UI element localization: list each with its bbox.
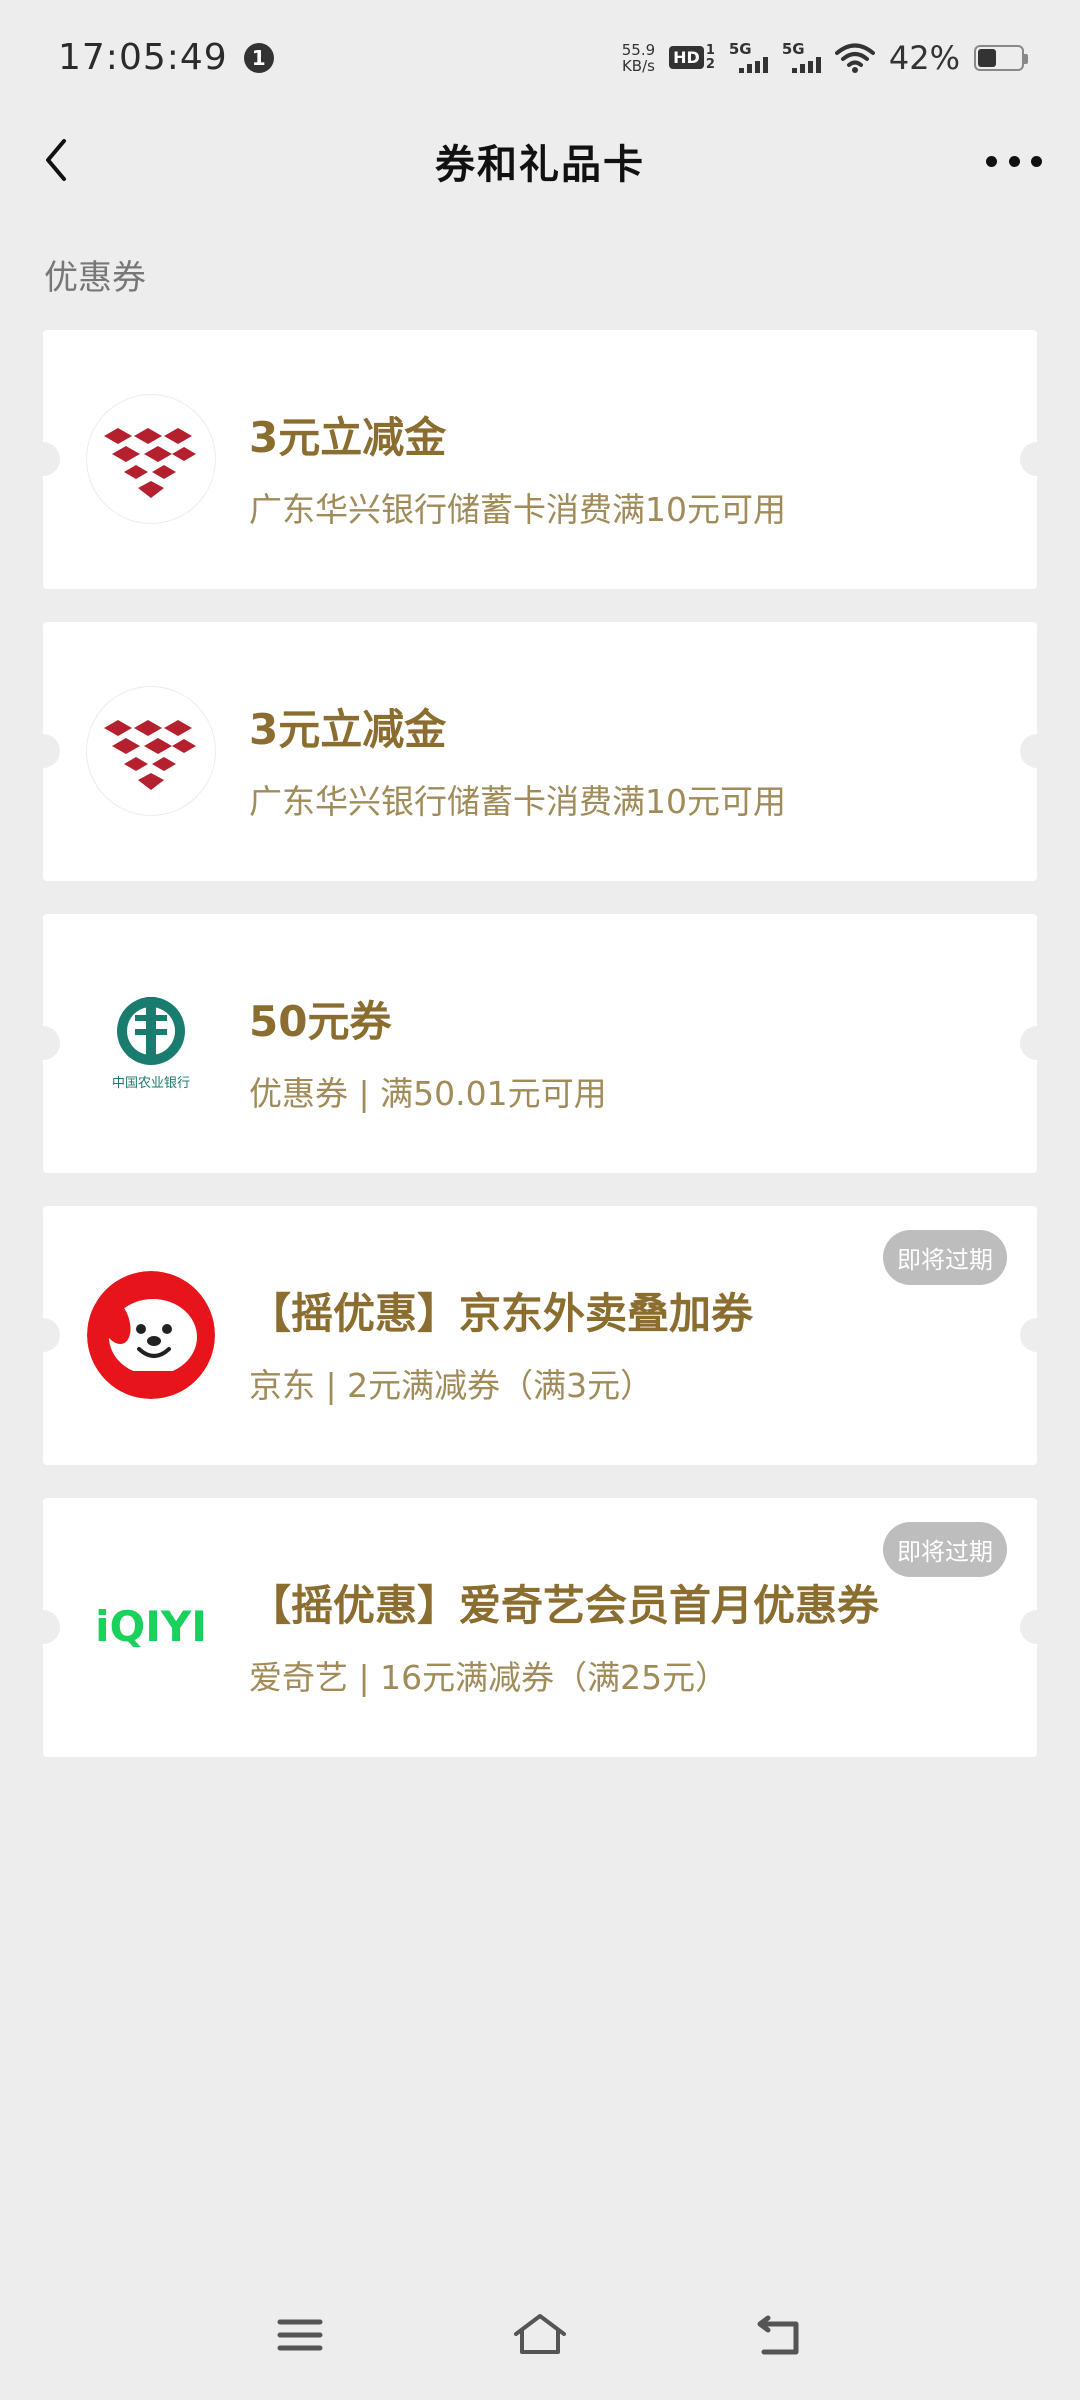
network-speed: 55.9 KB/s bbox=[622, 42, 655, 74]
iqiyi-icon: iQIYI bbox=[95, 1602, 207, 1651]
abc-bank-icon: 中国农业银行 bbox=[112, 997, 190, 1091]
coupon-text: 50元券 优惠券 | 满50.01元可用 bbox=[249, 988, 607, 1115]
hd-sim-indicator: 1 2 bbox=[705, 42, 715, 72]
coupon-title: 50元券 bbox=[249, 997, 392, 1046]
hd-label: HD bbox=[669, 46, 704, 69]
menu-icon[interactable] bbox=[270, 2310, 330, 2360]
iqiyi-logo-text: iQIYI bbox=[95, 1602, 207, 1651]
coupon-title: 3元立减金 bbox=[249, 413, 447, 462]
coupon-subtitle: 京东 | 2元满减券（满3元） bbox=[249, 1366, 654, 1405]
more-dots-icon[interactable] bbox=[986, 141, 1042, 181]
ghb-bank-logo bbox=[87, 687, 215, 815]
ghb-bank-logo bbox=[87, 395, 215, 523]
page-title: 券和礼品卡 bbox=[435, 142, 645, 188]
network-speed-unit: KB/s bbox=[621, 56, 655, 75]
clock: 17:05:49 bbox=[58, 37, 228, 78]
section-title: 优惠券 bbox=[44, 258, 146, 298]
signal-1-icon: 5G bbox=[729, 42, 768, 73]
hd-sim-bottom: 2 bbox=[705, 56, 715, 72]
status-right: 55.9 KB/s HD 1 2 5G 5G 42% bbox=[622, 38, 1028, 77]
signal-1-label: 5G bbox=[728, 40, 752, 58]
hd-voice-icon: HD 1 2 bbox=[669, 42, 715, 72]
coupon-text: 3元立减金 广东华兴银行储蓄卡消费满10元可用 bbox=[249, 696, 786, 823]
back-icon[interactable] bbox=[750, 2310, 810, 2360]
coupon-text: 【摇优惠】京东外卖叠加券 京东 | 2元满减券（满3元） bbox=[249, 1280, 753, 1407]
coupon-card[interactable]: 3元立减金 广东华兴银行储蓄卡消费满10元可用 bbox=[26, 622, 1054, 881]
coupon-title: 【摇优惠】爱奇艺会员首月优惠券 bbox=[249, 1581, 880, 1630]
jd-dog-icon bbox=[87, 1271, 215, 1399]
signal-2-icon: 5G bbox=[782, 42, 821, 73]
wifi-icon bbox=[834, 43, 875, 73]
coupon-card[interactable]: 3元立减金 广东华兴银行储蓄卡消费满10元可用 bbox=[26, 330, 1054, 589]
iqiyi-logo: iQIYI bbox=[87, 1563, 215, 1691]
header: 券和礼品卡 bbox=[0, 115, 1080, 207]
coupon-subtitle: 优惠券 | 满50.01元可用 bbox=[249, 1074, 607, 1113]
dot bbox=[1008, 155, 1020, 167]
coupon-card[interactable]: 中国农业银行 50元券 优惠券 | 满50.01元可用 bbox=[26, 914, 1054, 1173]
ghb-bank-icon bbox=[104, 720, 196, 790]
coupon-card[interactable]: 【摇优惠】京东外卖叠加券 京东 | 2元满减券（满3元） 即将过期 bbox=[26, 1206, 1054, 1465]
expiring-soon-badge: 即将过期 bbox=[883, 1230, 1007, 1285]
network-speed-value: 55.9 bbox=[621, 40, 656, 59]
abc-bank-logo: 中国农业银行 bbox=[87, 979, 215, 1107]
dot bbox=[1031, 155, 1042, 167]
coupon-title: 【摇优惠】京东外卖叠加券 bbox=[249, 1289, 754, 1338]
coupon-subtitle: 爱奇艺 | 16元满减券（满25元） bbox=[249, 1658, 729, 1697]
expiring-soon-badge: 即将过期 bbox=[883, 1522, 1007, 1577]
status-bar: 17:05:49 1 55.9 KB/s HD 1 2 5G 5G 42% bbox=[0, 0, 1080, 115]
coupon-text: 3元立减金 广东华兴银行储蓄卡消费满10元可用 bbox=[249, 404, 786, 531]
battery-percent: 42% bbox=[888, 38, 960, 77]
coupon-card[interactable]: iQIYI 【摇优惠】爱奇艺会员首月优惠券 爱奇艺 | 16元满减券（满25元）… bbox=[26, 1498, 1054, 1757]
jd-dog-logo bbox=[87, 1271, 215, 1399]
signal-1-bars bbox=[738, 57, 768, 73]
ghb-bank-icon bbox=[104, 428, 196, 498]
coupon-subtitle: 广东华兴银行储蓄卡消费满10元可用 bbox=[249, 490, 786, 529]
status-left: 17:05:49 1 bbox=[58, 37, 274, 78]
battery-fill bbox=[978, 48, 996, 67]
signal-2-bars bbox=[791, 57, 821, 73]
home-icon[interactable] bbox=[510, 2310, 570, 2360]
signal-2-label: 5G bbox=[781, 40, 805, 58]
notification-count-badge: 1 bbox=[243, 42, 274, 73]
coupon-title: 3元立减金 bbox=[249, 705, 447, 754]
hd-sim-top: 1 bbox=[705, 42, 715, 58]
dot bbox=[986, 155, 997, 167]
chevron-left-icon[interactable] bbox=[34, 135, 84, 185]
coupon-text: 【摇优惠】爱奇艺会员首月优惠券 爱奇艺 | 16元满减券（满25元） bbox=[249, 1572, 879, 1699]
battery-icon bbox=[974, 44, 1028, 71]
system-nav-bar bbox=[0, 2290, 1080, 2380]
abc-logo-text: 中国农业银行 bbox=[112, 1076, 190, 1091]
coupon-subtitle: 广东华兴银行储蓄卡消费满10元可用 bbox=[249, 782, 786, 821]
